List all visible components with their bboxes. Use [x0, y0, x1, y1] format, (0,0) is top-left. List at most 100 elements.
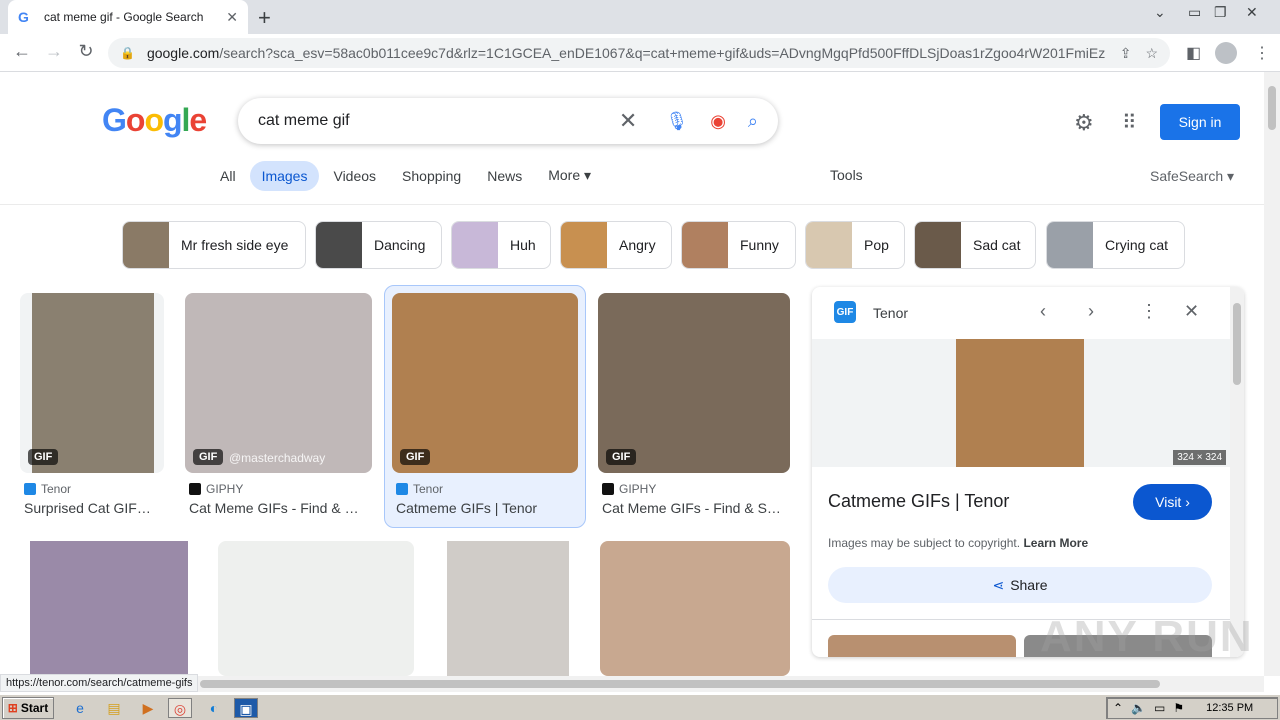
- settings-gear-icon[interactable]: ⚙: [1074, 110, 1094, 136]
- reload-icon[interactable]: ↻: [74, 41, 98, 62]
- lock-icon: 🔒: [120, 46, 135, 60]
- result-image[interactable]: GIF: [392, 293, 578, 473]
- chip-pop[interactable]: Pop: [805, 221, 905, 269]
- edge-icon[interactable]: ◐: [202, 698, 226, 718]
- result-source[interactable]: Tenor: [24, 482, 71, 496]
- google-logo[interactable]: Google: [102, 102, 207, 139]
- result-title[interactable]: Catmeme GIFs | Tenor: [396, 500, 576, 516]
- result-image[interactable]: [447, 541, 569, 676]
- tab-images[interactable]: Images: [249, 160, 320, 191]
- chrome-icon[interactable]: ◎: [168, 698, 192, 718]
- tab-search-icon[interactable]: ⌄: [1154, 4, 1166, 21]
- tab-news[interactable]: News: [475, 161, 534, 191]
- tray-arrow-icon[interactable]: ⌃: [1113, 701, 1123, 715]
- result-source[interactable]: GIPHY: [602, 482, 656, 496]
- media-player-icon[interactable]: ▶: [136, 698, 160, 718]
- app-window-icon[interactable]: ▣: [234, 698, 258, 718]
- chip-mr-fresh-side-eye[interactable]: Mr fresh side eye: [122, 221, 306, 269]
- result-source[interactable]: Tenor: [396, 482, 443, 496]
- result-title[interactable]: Cat Meme GIFs - Find & …: [189, 500, 369, 516]
- panel-scroll-thumb[interactable]: [1233, 303, 1241, 385]
- result-title[interactable]: Surprised Cat GIF…: [24, 500, 164, 516]
- search-input[interactable]: cat meme gif: [258, 112, 619, 130]
- chip-thumbnail: [316, 222, 362, 268]
- network-icon[interactable]: ▭: [1154, 701, 1165, 715]
- chip-thumbnail: [123, 222, 169, 268]
- anyrun-watermark: ANY RUN: [1040, 612, 1254, 661]
- new-tab-button[interactable]: +: [258, 5, 271, 31]
- tab-all[interactable]: All: [208, 161, 248, 191]
- chip-dancing[interactable]: Dancing: [315, 221, 442, 269]
- next-icon[interactable]: ›: [1088, 301, 1094, 322]
- bookmark-star-icon[interactable]: ☆: [1145, 45, 1158, 62]
- volume-icon[interactable]: 🔈: [1131, 701, 1146, 715]
- tab-more[interactable]: More ▾: [536, 160, 603, 191]
- browser-tab[interactable]: G cat meme gif - Google Search ✕: [8, 0, 248, 34]
- chip-funny[interactable]: Funny: [681, 221, 796, 269]
- result-image-frame[interactable]: GIF: [20, 293, 164, 473]
- more-options-icon[interactable]: ⋮: [1140, 301, 1158, 322]
- close-panel-icon[interactable]: ✕: [1184, 301, 1199, 322]
- side-panel-icon[interactable]: ◧: [1186, 43, 1201, 63]
- visit-button[interactable]: Visit ›: [1133, 484, 1212, 520]
- chip-huh[interactable]: Huh: [451, 221, 551, 269]
- share-page-icon[interactable]: ⇪: [1120, 45, 1132, 62]
- gif-badge: GIF: [400, 449, 431, 465]
- apps-grid-icon[interactable]: ⠿: [1122, 110, 1137, 135]
- minimize-icon[interactable]: ▭: [1188, 4, 1201, 21]
- lens-camera-icon[interactable]: ◉: [710, 111, 726, 132]
- share-button[interactable]: ⋖ Share: [828, 567, 1212, 603]
- folder-icon[interactable]: ▤: [102, 698, 126, 718]
- search-box[interactable]: cat meme gif ✕ 🎙 ◉ ⌕: [238, 98, 778, 144]
- chip-sad-cat[interactable]: Sad cat: [914, 221, 1036, 269]
- gif-badge: GIF: [28, 449, 59, 465]
- ie-icon[interactable]: e: [68, 698, 92, 718]
- panel-source[interactable]: Tenor: [873, 305, 908, 321]
- window-close-icon[interactable]: ✕: [1246, 4, 1258, 21]
- sign-in-button[interactable]: Sign in: [1160, 104, 1240, 140]
- chip-thumbnail: [806, 222, 852, 268]
- previous-icon[interactable]: ‹: [1040, 301, 1046, 322]
- panel-scrollbar[interactable]: [1230, 287, 1244, 657]
- result-image[interactable]: GIF @masterchadway: [185, 293, 372, 473]
- forward-icon[interactable]: →: [42, 41, 66, 62]
- restore-icon[interactable]: ❐: [1214, 4, 1227, 21]
- clear-icon[interactable]: ✕: [619, 108, 637, 134]
- start-button[interactable]: ⊞ Start: [2, 697, 54, 719]
- result-image[interactable]: [600, 541, 790, 676]
- giphy-favicon-icon: [189, 483, 201, 495]
- safesearch-dropdown[interactable]: SafeSearch ▾: [1150, 168, 1234, 185]
- learn-more-link[interactable]: Learn More: [1023, 536, 1088, 550]
- windows-logo-icon: ⊞: [7, 701, 18, 715]
- tab-videos[interactable]: Videos: [321, 161, 388, 191]
- chip-crying-cat[interactable]: Crying cat: [1046, 221, 1185, 269]
- flag-icon[interactable]: ⚑: [1173, 701, 1184, 715]
- result-title[interactable]: Cat Meme GIFs - Find & S…: [602, 500, 788, 516]
- address-bar[interactable]: 🔒 google.com/search?sca_esv=58ac0b011cee…: [108, 38, 1170, 68]
- tab-shopping[interactable]: Shopping: [390, 161, 473, 191]
- preview-image[interactable]: [956, 339, 1084, 467]
- browser-toolbar: ← → ↻ 🔒 google.com/search?sca_esv=58ac0b…: [0, 34, 1280, 72]
- status-bar-url: https://tenor.com/search/catmeme-gifs: [0, 674, 199, 692]
- tools-button[interactable]: Tools: [830, 167, 863, 183]
- chip-thumbnail: [682, 222, 728, 268]
- giphy-favicon-icon: [602, 483, 614, 495]
- back-icon[interactable]: ←: [10, 41, 34, 62]
- result-image[interactable]: [218, 541, 414, 676]
- tab-close-icon[interactable]: ✕: [226, 9, 238, 26]
- panel-title[interactable]: Catmeme GIFs | Tenor: [828, 491, 1009, 512]
- result-source[interactable]: GIPHY: [189, 482, 243, 496]
- image-preview-panel: GIF Tenor ‹ › ⋮ ✕ 324 × 324 Catmeme GIFs…: [812, 287, 1244, 657]
- search-icon[interactable]: ⌕: [748, 111, 758, 132]
- related-image[interactable]: [828, 635, 1016, 657]
- page-vertical-scrollbar[interactable]: [1264, 72, 1280, 676]
- result-image[interactable]: [30, 541, 188, 676]
- microphone-icon[interactable]: 🎙: [665, 111, 688, 132]
- result-image[interactable]: GIF: [598, 293, 790, 473]
- profile-avatar-icon[interactable]: [1215, 42, 1237, 64]
- clock[interactable]: 12:35 PM: [1206, 702, 1253, 714]
- horizontal-scroll-thumb[interactable]: [200, 680, 1160, 688]
- browser-menu-icon[interactable]: ⋮: [1254, 43, 1270, 63]
- chip-angry[interactable]: Angry: [560, 221, 672, 269]
- vertical-scroll-thumb[interactable]: [1268, 86, 1276, 130]
